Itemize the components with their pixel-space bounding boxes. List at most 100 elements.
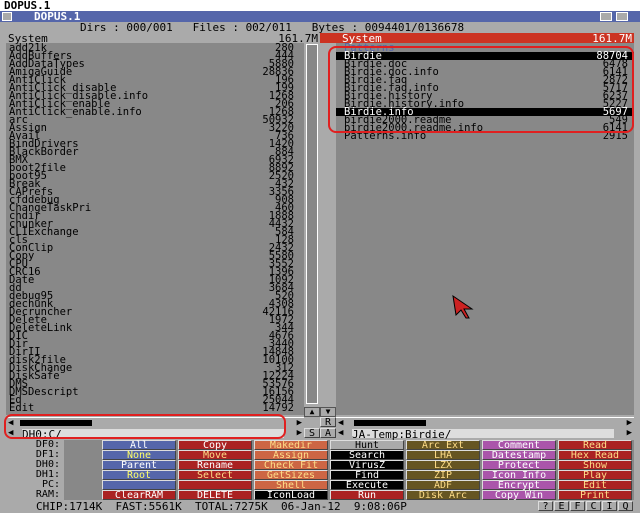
left-file-row[interactable]: Ed 25044: [6, 395, 304, 406]
depth-icon[interactable]: [616, 12, 628, 21]
right-path-field[interactable]: JA-Temp:Birdie/: [352, 429, 614, 440]
root-r-button[interactable]: R: [320, 417, 336, 428]
bank-button[interactable]: Protect: [482, 460, 556, 471]
bank-button[interactable]: Run: [330, 490, 404, 501]
bank-button[interactable]: Encrypt: [482, 480, 556, 491]
bank-button[interactable]: Edit: [558, 480, 632, 491]
left-file-row[interactable]: DIC 4676: [6, 331, 304, 342]
right-lister-active-marker: [320, 33, 336, 43]
left-path-right-icon[interactable]: ▶: [297, 429, 302, 438]
bank-button[interactable]: ClearRAM: [102, 490, 176, 501]
left-file-list[interactable]: add21k 280 AddBuffers 444 AddDataTypes 5880 Am…: [6, 43, 304, 414]
bank-button[interactable]: Datestamp: [482, 450, 556, 461]
status-button[interactable]: Q: [618, 501, 633, 512]
left-file-row[interactable]: DMSDescript 16156: [6, 387, 304, 398]
bank-button[interactable]: Print: [558, 490, 632, 501]
device-spacer: [64, 440, 102, 500]
bank-button[interactable]: Rename: [178, 460, 252, 471]
bank-button[interactable]: Disk Arc: [406, 490, 480, 501]
bank-button[interactable]: Makedir: [254, 440, 328, 451]
bank-button[interactable]: VirusZ: [330, 460, 404, 471]
right-path-bar[interactable]: ◀ JA-Temp:Birdie/ ▶: [336, 428, 634, 440]
right-file-name: Patterns.info: [344, 130, 427, 142]
status-button[interactable]: F: [570, 501, 585, 512]
bank-button[interactable]: Search: [330, 450, 404, 461]
right-file-row[interactable]: Patterns.info 2915: [336, 130, 634, 142]
right-path-left-icon[interactable]: ◀: [338, 429, 343, 438]
status-button[interactable]: I: [602, 501, 617, 512]
left-file-row[interactable]: ChangeTaskPri 460: [6, 203, 304, 214]
zoom-icon[interactable]: [600, 12, 612, 21]
bank-button[interactable]: Hunt: [330, 440, 404, 451]
info-line: Dirs : 000/001 Files : 002/011 Bytes : 0…: [0, 22, 640, 33]
bank-button[interactable]: IconLoad: [254, 490, 328, 501]
bank-button[interactable]: Shell: [254, 480, 328, 491]
left-file-row[interactable]: boot2file 8892: [6, 163, 304, 174]
bank-button[interactable]: LZX: [406, 460, 480, 471]
bank-button[interactable]: Check Fit: [254, 460, 328, 471]
bank-button[interactable]: DELETE: [178, 490, 252, 501]
right-hscroll-thumb[interactable]: [354, 420, 426, 426]
left-file-row[interactable]: CRC16 1396: [6, 267, 304, 278]
left-scroll-up-icon[interactable]: ▲: [304, 407, 320, 417]
bank-button[interactable]: All: [102, 440, 176, 451]
bank-button[interactable]: ADF: [406, 480, 480, 491]
all-a-button[interactable]: A: [320, 428, 336, 439]
status-buttons[interactable]: ? E F C I Q: [538, 500, 638, 512]
bank-button[interactable]: None: [102, 450, 176, 461]
status-button[interactable]: C: [586, 501, 601, 512]
bank-button[interactable]: [178, 480, 252, 490]
bank-button[interactable]: Assign: [254, 450, 328, 461]
right-scroll-right-icon[interactable]: ▶: [627, 419, 632, 428]
left-file-row[interactable]: Edit 14792: [6, 403, 304, 414]
left-file-row[interactable]: DeleteLink 344: [6, 323, 304, 334]
device-button[interactable]: RAM:: [0, 490, 60, 500]
left-file-row[interactable]: Date 1092: [6, 275, 304, 286]
bank-button[interactable]: Select: [178, 470, 252, 481]
left-vertical-scrollbar[interactable]: [304, 43, 320, 415]
bank-button[interactable]: Execute: [330, 480, 404, 491]
left-file-row[interactable]: Dir 3440: [6, 339, 304, 350]
bank-button[interactable]: Comment: [482, 440, 556, 451]
left-lister[interactable]: System 161.7M add21k 280 AddBuffers 444 AddD…: [6, 33, 320, 415]
bank-button[interactable]: Show: [558, 460, 632, 471]
bank-button[interactable]: Move: [178, 450, 252, 461]
bank-button[interactable]: Copy Win: [482, 490, 556, 501]
left-file-row[interactable]: Assign 3220: [6, 123, 304, 134]
bank-button[interactable]: LHA: [406, 450, 480, 461]
bank-button[interactable]: Hex Read: [558, 450, 632, 461]
status-button[interactable]: ?: [538, 501, 553, 512]
left-file-row[interactable]: BlackBorder 884: [6, 147, 304, 158]
bank-button[interactable]: Root: [102, 470, 176, 481]
right-path-right-icon[interactable]: ▶: [627, 429, 632, 438]
button-bank[interactable]: All Copy Makedir Hunt Arc Ext Comment Read None…: [102, 440, 634, 501]
bank-button[interactable]: GetSizes: [254, 470, 328, 481]
left-scroll-thumb[interactable]: [306, 44, 318, 404]
bank-button[interactable]: Copy: [178, 440, 252, 451]
left-file-row[interactable]: Decruncher 42116: [6, 307, 304, 318]
bank-button[interactable]: Play: [558, 470, 632, 481]
left-scroll-right-icon[interactable]: ▶: [297, 419, 302, 428]
device-list[interactable]: DF0: DF1: DH0: DH1: PC: RAM:: [0, 440, 64, 500]
left-file-row[interactable]: boot95 2520: [6, 171, 304, 182]
left-file-row[interactable]: CPU 3552: [6, 259, 304, 270]
left-file-row[interactable]: ConClip 2432: [6, 243, 304, 254]
left-file-row[interactable]: DiskSafe 12224: [6, 371, 304, 382]
bank-button[interactable]: Parent: [102, 460, 176, 471]
select-s-button[interactable]: S: [304, 428, 320, 439]
left-file-row[interactable]: AntiClick_enable.info 1268: [6, 107, 304, 118]
bank-button[interactable]: [102, 480, 176, 490]
status-button[interactable]: E: [554, 501, 569, 512]
right-horizontal-scrollbar[interactable]: ◀ ▶: [336, 417, 634, 428]
bank-button[interactable]: Arc Ext: [406, 440, 480, 451]
bank-button[interactable]: ZIP: [406, 470, 480, 481]
right-scroll-left-icon[interactable]: ◀: [338, 419, 343, 428]
bank-button[interactable]: Find: [330, 470, 404, 481]
bank-button[interactable]: Icon Info: [482, 470, 556, 481]
left-file-row[interactable]: arc 50932: [6, 115, 304, 126]
left-file-row[interactable]: Copy 5580: [6, 251, 304, 262]
bank-button[interactable]: Read: [558, 440, 632, 451]
close-icon[interactable]: [2, 12, 12, 21]
right-scroll-down-icon[interactable]: ▼: [320, 407, 336, 417]
left-file-row[interactable]: CLIExchange 584: [6, 227, 304, 238]
